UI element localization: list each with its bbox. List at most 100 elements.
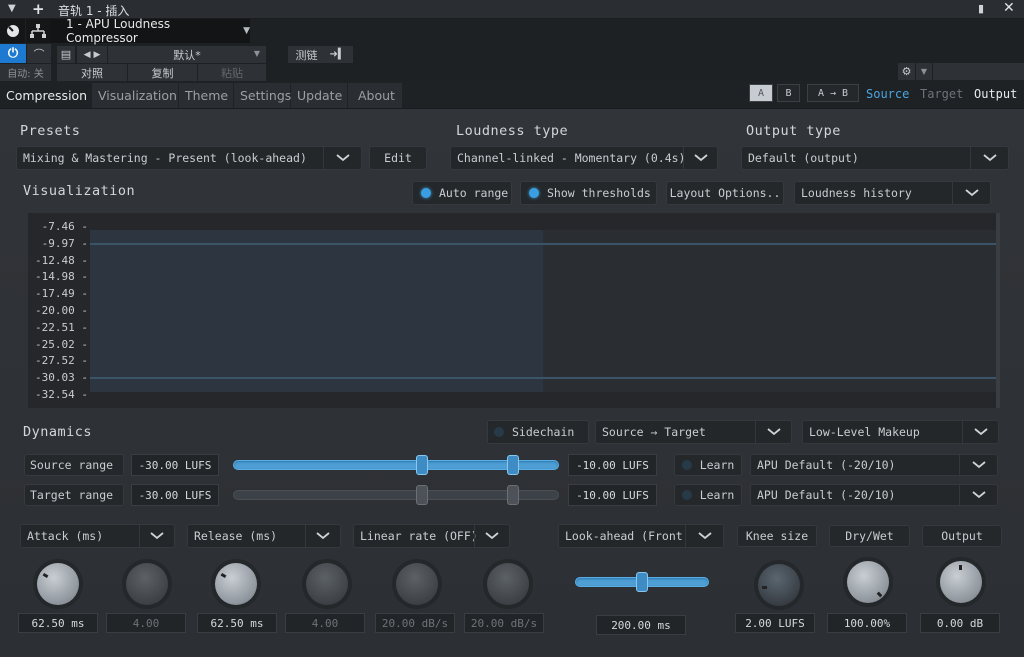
target-learn-toggle[interactable]: Learn <box>674 484 742 506</box>
settings-menu-chevron-icon[interactable]: ▼ <box>916 63 932 80</box>
visualization-mode-select[interactable]: Loudness history <box>794 181 991 205</box>
target-range-high-thumb[interactable] <box>507 485 520 505</box>
source-range-label: Source range <box>24 454 124 476</box>
add-icon[interactable]: + <box>32 0 45 18</box>
target-range-low-value[interactable]: -30.00 LUFS <box>131 484 219 506</box>
tab-update[interactable]: Update <box>291 83 347 108</box>
plugin-icon[interactable] <box>0 19 25 43</box>
source-range-low-value[interactable]: -30.00 LUFS <box>131 454 219 476</box>
collapse-icon[interactable]: ▼ <box>8 3 16 14</box>
preset-dropdown[interactable]: 默认* ▼ <box>108 46 266 63</box>
loudness-history-graph: -7.46 - -9.97 - -12.48 - -14.98 - -17.49 - -2… <box>28 213 996 408</box>
ab-copy-button[interactable]: A → B <box>807 84 859 102</box>
preset-list-icon[interactable]: ▤ <box>57 46 75 63</box>
release-value[interactable]: 62.50 ms <box>197 613 277 633</box>
output-type-select[interactable]: Default (output) <box>741 146 1009 170</box>
preset-nav-buttons[interactable]: ◀ ▶ <box>77 46 107 63</box>
dry-wet-knob[interactable] <box>843 557 893 607</box>
chevron-down-icon <box>139 525 174 547</box>
source-range-slider[interactable] <box>233 455 559 475</box>
knee-size-value[interactable]: 2.00 LUFS <box>735 613 815 633</box>
prev-preset-icon[interactable]: ◀ <box>84 50 91 60</box>
target-learn-label: Learn <box>699 488 735 502</box>
output-type-value: Default (output) <box>748 151 859 165</box>
makeup-select[interactable]: Low-Level Makeup <box>802 420 999 444</box>
view-source-toggle[interactable]: Source <box>866 87 909 101</box>
linear-rate-up-value[interactable]: 20.00 dB/s <box>375 613 455 633</box>
tab-compression[interactable]: Compression <box>0 83 91 108</box>
preset-select[interactable]: Mixing & Mastering - Present (look-ahead… <box>16 146 362 170</box>
attack-curve-value[interactable]: 4.00 <box>106 613 186 633</box>
lookahead-value[interactable]: 200.00 ms <box>596 615 686 635</box>
release-mode-select[interactable]: Release (ms) <box>187 524 341 548</box>
next-preset-icon[interactable]: ▶ <box>93 50 100 60</box>
linear-rate-select[interactable]: Linear rate (OFF) <box>353 524 510 548</box>
attack-mode-select[interactable]: Attack (ms) <box>20 524 175 548</box>
paste-button[interactable]: 粘贴 <box>198 64 266 81</box>
gear-icon[interactable]: ⚙ <box>898 63 915 80</box>
sidechain-toggle[interactable]: Sidechain <box>487 420 589 444</box>
attack-value[interactable]: 62.50 ms <box>18 613 98 633</box>
sidechain-button[interactable]: 测链 ➜▍ <box>288 46 353 63</box>
source-range-preset-value: APU Default (-20/10) <box>757 458 896 472</box>
automation-button[interactable]: 自动: 关 <box>0 64 51 81</box>
target-range-high-value[interactable]: -10.00 LUFS <box>568 484 657 506</box>
graph-scrollbar[interactable] <box>996 213 1000 408</box>
release-knob[interactable] <box>211 559 261 609</box>
chevron-down-icon <box>683 147 717 169</box>
target-learn-led-icon <box>681 490 692 500</box>
threshold-high-line <box>90 243 996 245</box>
knee-size-knob[interactable] <box>754 560 804 610</box>
linear-rate-down-knob[interactable] <box>483 559 533 609</box>
tab-settings[interactable]: Settings <box>234 83 291 108</box>
lookahead-thumb[interactable] <box>636 572 648 592</box>
release-mode-value: Release (ms) <box>194 529 278 543</box>
chevron-down-icon <box>305 525 340 547</box>
target-range-low-thumb[interactable] <box>416 485 429 505</box>
target-range-preset-value: APU Default (-20/10) <box>757 488 896 502</box>
release-curve-value[interactable]: 4.00 <box>285 613 365 633</box>
y-tick-label: -9.97 - <box>41 236 88 250</box>
lookahead-slider[interactable] <box>575 572 709 592</box>
attack-knob[interactable] <box>33 559 83 609</box>
target-range-slider[interactable] <box>233 485 559 505</box>
copy-button[interactable]: 复制 <box>128 64 197 81</box>
output-gain-knob[interactable] <box>936 557 986 607</box>
loudness-type-select[interactable]: Channel-linked - Momentary (0.4s) <box>450 146 718 170</box>
tab-visualization[interactable]: Visualization <box>92 83 178 108</box>
edit-preset-button[interactable]: Edit <box>369 146 427 170</box>
close-icon[interactable]: ✕ <box>1003 0 1015 16</box>
plugin-selector[interactable]: 1 - APU Loudness Compressor ▼ <box>50 17 250 45</box>
linear-rate-down-value[interactable]: 20.00 dB/s <box>464 613 544 633</box>
power-button[interactable]: ⏻ <box>0 44 26 63</box>
release-curve-knob[interactable] <box>302 559 352 609</box>
layout-options-button[interactable]: Layout Options.. <box>666 181 784 205</box>
lookahead-mode-select[interactable]: Look-ahead (Front <box>558 524 724 548</box>
linear-rate-up-knob[interactable] <box>392 559 442 609</box>
host-empty-slot <box>933 63 1024 80</box>
ab-a-button[interactable]: A <box>749 84 773 102</box>
view-output-toggle[interactable]: Output <box>974 87 1017 101</box>
routing-select[interactable]: Source → Target <box>595 420 792 444</box>
dry-wet-value[interactable]: 100.00% <box>827 613 907 633</box>
tab-about[interactable]: About <box>348 83 402 108</box>
compare-button[interactable]: 对照 <box>57 64 127 81</box>
view-target-toggle[interactable]: Target <box>920 87 963 101</box>
bypass-button[interactable]: ⌒ <box>27 44 51 63</box>
source-range-low-thumb[interactable] <box>416 455 429 475</box>
output-gain-value[interactable]: 0.00 dB <box>920 613 1000 633</box>
source-learn-toggle[interactable]: Learn <box>674 454 742 476</box>
auto-range-toggle[interactable]: Auto range <box>412 181 512 205</box>
source-range-preset-select[interactable]: APU Default (-20/10) <box>750 454 998 476</box>
source-learn-led-icon <box>681 460 692 470</box>
source-range-high-thumb[interactable] <box>507 455 520 475</box>
pin-icon[interactable]: ▮ <box>978 2 984 15</box>
presets-label: Presets <box>20 123 81 139</box>
source-range-high-value[interactable]: -10.00 LUFS <box>568 454 657 476</box>
target-range-preset-select[interactable]: APU Default (-20/10) <box>750 484 998 506</box>
ab-b-button[interactable]: B <box>777 84 800 102</box>
attack-curve-knob[interactable] <box>122 559 172 609</box>
show-thresholds-toggle[interactable]: Show thresholds <box>520 181 657 205</box>
routing-icon[interactable] <box>26 19 50 43</box>
tab-theme[interactable]: Theme <box>179 83 233 108</box>
